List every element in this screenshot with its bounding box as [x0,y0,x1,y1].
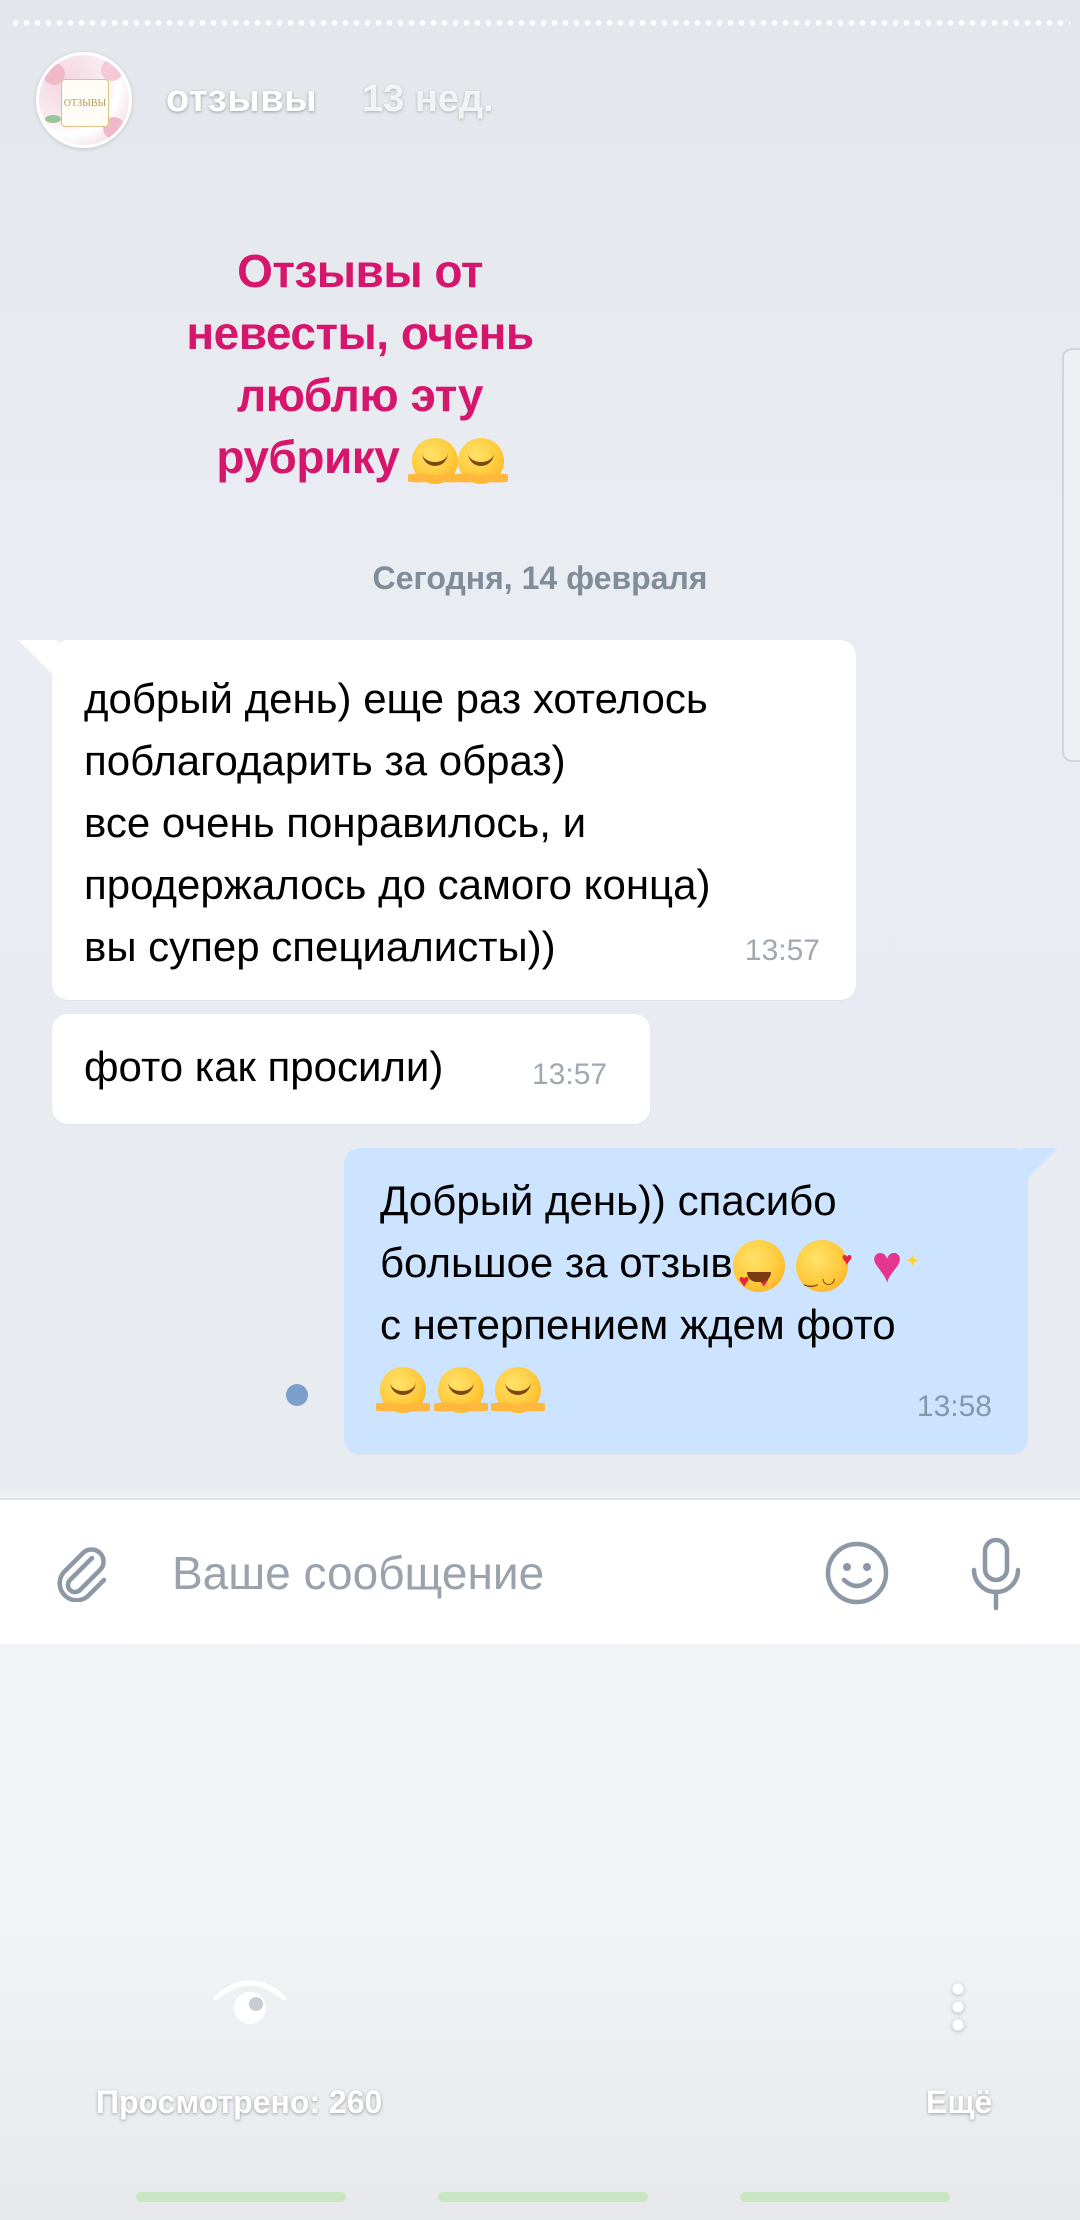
message-text: большое за отзыв [380,1239,733,1286]
story-caption: Отзывы от невесты, очень люблю эту рубри… [150,240,570,488]
avatar-leaf-decoration [45,115,61,123]
story-progress-bar [10,20,1070,26]
message-text: с нетерпением ждем фото [380,1301,896,1348]
hugging-face-emoji [453,437,508,488]
paperclip-icon[interactable] [52,1542,112,1602]
story-author-name[interactable]: отзывы [166,78,317,121]
system-nav-indicator [438,2192,648,2202]
avatar-flower-decoration [101,59,123,81]
emoji-smile-icon[interactable] [824,1540,890,1606]
sparkling-heart-emoji: ♥ [860,1235,920,1293]
message-input[interactable]: Ваше сообщение [172,1546,544,1600]
message-text: добрый день) еще раз хотелось поблагодар… [84,675,711,970]
unread-indicator [286,1384,308,1406]
more-vertical-icon[interactable] [952,1980,964,2034]
message-line-with-emoji: большое за отзыв ♥ [380,1228,992,1312]
date-separator: Сегодня, 14 февраля [372,560,708,596]
hugging-face-emoji [407,437,462,488]
kiss-emoji [796,1228,852,1310]
microphone-icon[interactable] [966,1536,1026,1612]
caption-line: Отзывы от [237,245,483,297]
hugging-face-emoji [376,1366,430,1417]
message-time: 13:57 [532,1058,608,1091]
heart-eyes-emoji [732,1239,785,1312]
system-nav-indicator [740,2192,950,2202]
hugging-face-emoji [433,1366,488,1417]
message-time: 13:57 [744,934,820,967]
eye-icon[interactable] [210,1974,290,2034]
caption-line: рубрику [216,431,400,483]
system-nav-indicator [136,2192,346,2202]
message-composer: Ваше сообщение [0,1498,1080,1644]
outgoing-message[interactable]: Добрый день)) спасибо большое за отзыв ♥… [344,1148,1058,1454]
message-text: Добрый день)) спасибо [380,1177,837,1224]
emoji-row [376,1356,992,1418]
caption-line: невесты, очень [186,307,534,359]
caption-line: люблю эту [236,369,484,421]
avatar[interactable]: ОТЗЫВЫ [36,52,132,148]
story-viewer[interactable]: ОТЗЫВЫ отзывы 13 нед. Отзывы от невесты,… [0,0,1080,2220]
incoming-message[interactable]: добрый день) еще раз хотелось поблагодар… [18,640,856,1000]
caption-line-with-emoji: рубрику [150,426,570,488]
avatar-label: ОТЗЫВЫ [61,79,109,127]
incoming-message[interactable]: фото как просили) 13:57 [52,1014,650,1124]
more-button[interactable]: Ещё [926,2084,992,2121]
scrollbar-edge [1062,348,1080,762]
hugging-face-emoji [491,1366,546,1417]
views-count[interactable]: Просмотрено: 260 [96,2084,382,2121]
story-age: 13 нед. [362,78,494,120]
message-time: 13:58 [916,1390,992,1423]
